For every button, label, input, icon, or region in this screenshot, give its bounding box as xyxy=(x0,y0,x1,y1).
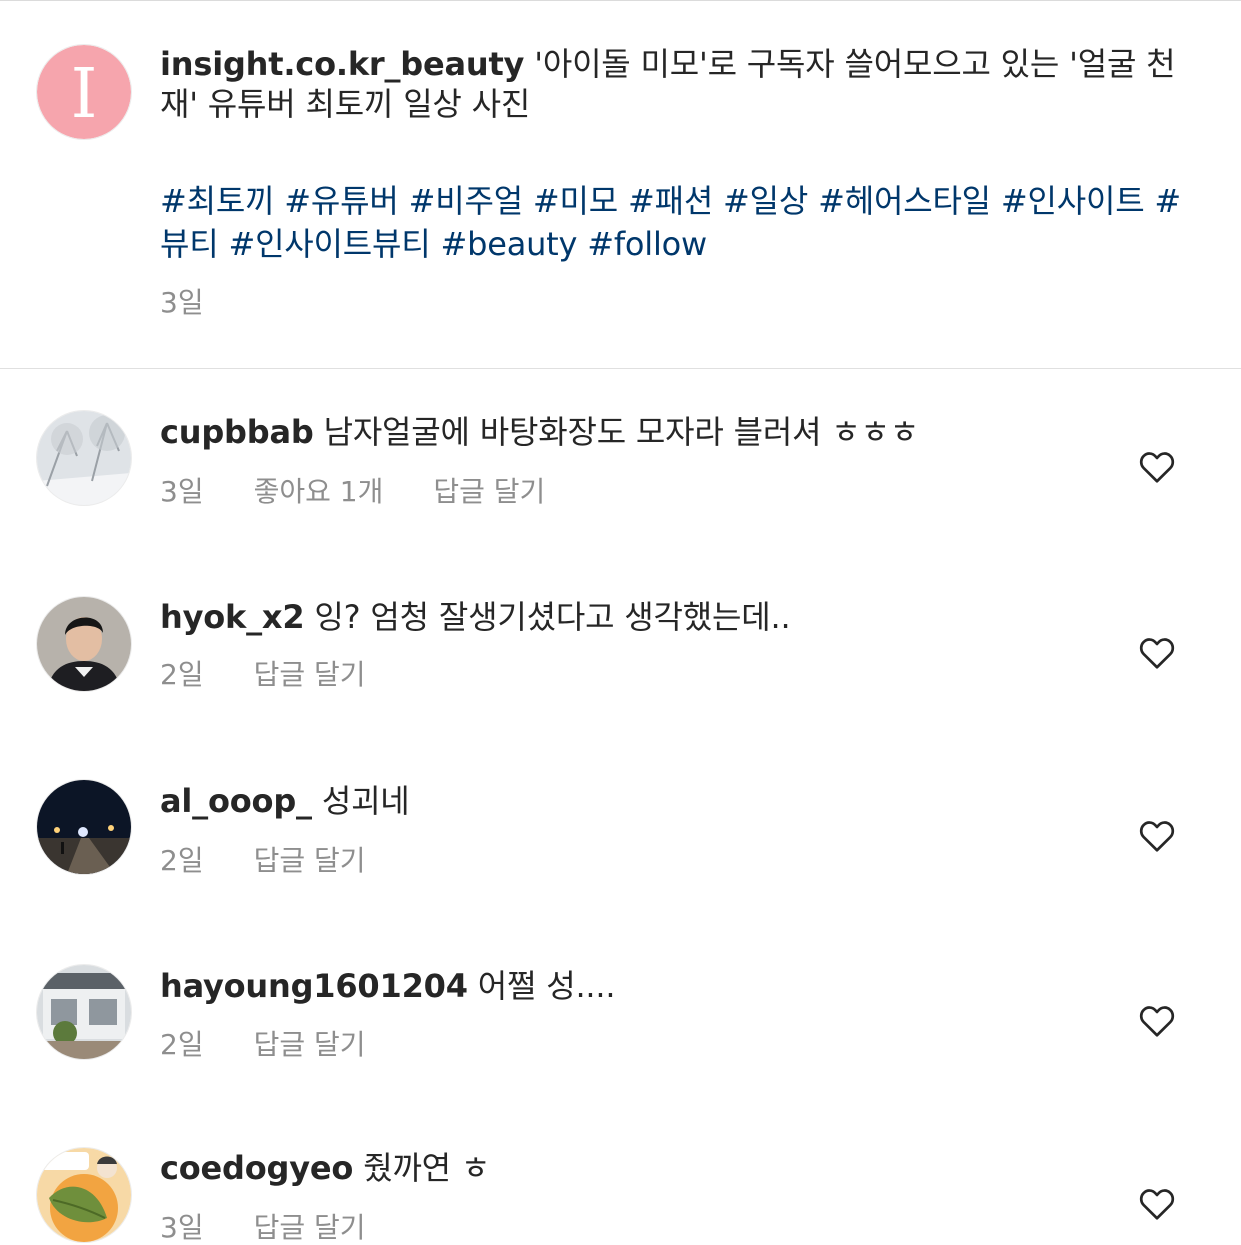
reply-button[interactable]: 답글 달기 xyxy=(254,1211,366,1245)
comment-cupbbab: cupbbab 남자얼굴에 바탕화장도 모자라 블러셔 ㅎㅎㅎ 3일 좋아요 1개 답… xyxy=(160,412,1201,509)
reply-button[interactable]: 답글 달기 xyxy=(254,658,366,692)
comment-username[interactable]: coedogyeo xyxy=(160,1149,353,1187)
comment-username[interactable]: hayoung1601204 xyxy=(160,967,468,1005)
reply-button[interactable]: 답글 달기 xyxy=(254,1028,366,1062)
avatar-hyok_x2[interactable] xyxy=(37,597,131,691)
post-caption: insight.co.kr_beauty '아이돌 미모'로 구독자 쓸어모으고 … xyxy=(160,44,1201,320)
post-author-avatar[interactable]: I xyxy=(37,45,131,139)
hashtags[interactable]: #최토끼 #유튜버 #비주얼 #미모 #패션 #일상 #헤어스타일 #인사이트 … xyxy=(160,180,1201,266)
caption-divider xyxy=(0,368,1241,369)
comment-text: 성괴네 xyxy=(321,782,410,820)
heart-icon[interactable] xyxy=(1139,450,1175,484)
comment-username[interactable]: al_ooop_ xyxy=(160,782,312,820)
comment-time: 2일 xyxy=(160,658,204,691)
heart-icon[interactable] xyxy=(1139,636,1175,670)
comment-text: 어쩔 성.... xyxy=(477,967,616,1005)
post-username[interactable]: insight.co.kr_beauty xyxy=(160,45,524,83)
reply-button[interactable]: 답글 달기 xyxy=(433,475,545,509)
reply-button[interactable]: 답글 달기 xyxy=(254,844,366,878)
avatar-cupbbab[interactable] xyxy=(37,411,131,505)
like-count[interactable]: 좋아요 1개 xyxy=(254,475,384,509)
heart-icon[interactable] xyxy=(1139,819,1175,853)
heart-icon[interactable] xyxy=(1139,1187,1175,1221)
comment-username[interactable]: cupbbab xyxy=(160,413,314,451)
top-divider xyxy=(0,0,1241,1)
comment-time: 3일 xyxy=(160,475,204,508)
comment-time: 3일 xyxy=(160,1211,204,1244)
comment-time: 2일 xyxy=(160,844,204,877)
post-time: 3일 xyxy=(160,286,204,319)
avatar-hayoung1601204[interactable] xyxy=(37,965,131,1059)
comment-coedogyeo: coedogyeo 줬까연 ㅎ 3일 답글 달기 xyxy=(160,1148,1201,1245)
comment-hyok_x2: hyok_x2 잉? 엄청 잘생기셨다고 생각했는데.. 2일 답글 달기 xyxy=(160,597,1201,692)
heart-icon[interactable] xyxy=(1139,1004,1175,1038)
comment-time: 2일 xyxy=(160,1028,204,1061)
comment-text: 잉? 엄청 잘생기셨다고 생각했는데.. xyxy=(314,598,791,636)
avatar-coedogyeo[interactable] xyxy=(37,1148,131,1242)
comment-al_ooop_: al_ooop_ 성괴네 2일 답글 달기 xyxy=(160,781,1201,878)
comment-text: 줬까연 ㅎ xyxy=(363,1149,491,1187)
comment-hayoung1601204: hayoung1601204 어쩔 성.... 2일 답글 달기 xyxy=(160,966,1201,1062)
comment-text: 남자얼굴에 바탕화장도 모자라 블러셔 ㅎㅎㅎ xyxy=(323,413,920,451)
svg-text:I: I xyxy=(71,55,98,134)
comment-username[interactable]: hyok_x2 xyxy=(160,598,305,636)
avatar-al_ooop_[interactable] xyxy=(37,780,131,874)
